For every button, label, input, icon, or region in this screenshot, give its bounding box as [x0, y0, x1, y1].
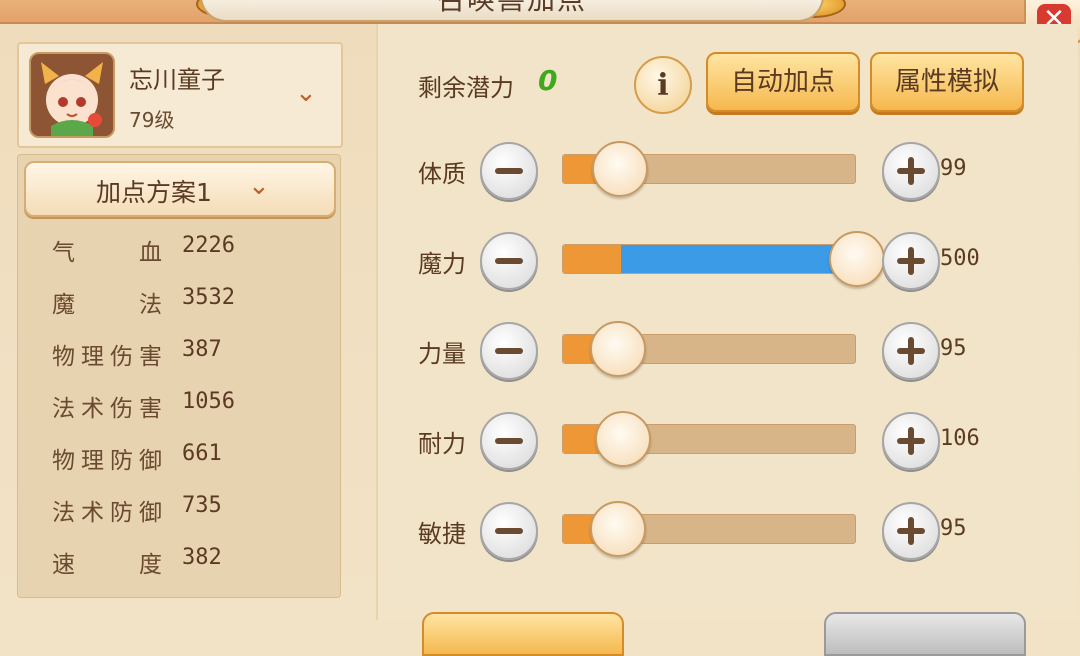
increase-button[interactable] [882, 412, 940, 470]
slider-handle[interactable] [829, 231, 885, 287]
increase-button[interactable] [882, 322, 940, 380]
auto-assign-button[interactable]: 自动加点 [706, 52, 860, 112]
slider-handle[interactable] [590, 321, 646, 377]
attribute-label: 敏捷 [418, 520, 466, 548]
potential-label: 剩余潜力 [418, 74, 514, 102]
chevron-down-icon: ⌄ [248, 171, 270, 201]
attribute-slider[interactable] [562, 231, 885, 287]
decrease-button[interactable] [480, 322, 538, 380]
slider-handle[interactable] [595, 411, 651, 467]
stat-value: 2226 [182, 233, 235, 258]
attribute-label: 力量 [418, 340, 466, 368]
plus-icon [897, 427, 925, 455]
slider-handle[interactable] [592, 141, 648, 197]
pet-portrait-icon [31, 54, 113, 136]
attribute-slider[interactable] [562, 321, 856, 377]
slider-added-fill [621, 245, 855, 273]
attribute-value: 106 [940, 426, 980, 451]
decrease-button[interactable] [480, 412, 538, 470]
potential-value: 0 [538, 64, 558, 97]
minus-icon [495, 258, 523, 264]
attribute-panel: 剩余潜力 0 i 自动加点 属性模拟 体质 99 魔力 500 力量 95 耐力… [376, 24, 1078, 656]
stat-label: 物理防御 [52, 448, 162, 474]
chevron-down-icon[interactable]: ⌄ [295, 78, 317, 108]
attribute-slider[interactable] [562, 141, 856, 197]
character-selector[interactable]: 忘川童子 79级 ⌄ [17, 42, 343, 148]
plus-icon [897, 247, 925, 275]
plus-icon [897, 517, 925, 545]
stat-value: 387 [182, 337, 222, 362]
attribute-label: 耐力 [418, 430, 466, 458]
increase-button[interactable] [882, 232, 940, 290]
title-ribbon: 召唤兽加点 [200, 0, 824, 22]
minus-icon [495, 348, 523, 354]
decrease-button[interactable] [480, 502, 538, 560]
stat-value: 735 [182, 493, 222, 518]
increase-button[interactable] [882, 142, 940, 200]
info-icon: i [657, 67, 669, 103]
attribute-slider[interactable] [562, 411, 856, 467]
slider-base-fill [563, 245, 621, 273]
attribute-label: 魔力 [418, 250, 466, 278]
stat-value: 382 [182, 545, 222, 570]
stat-label: 速度 [52, 552, 162, 578]
character-name: 忘川童子 [129, 66, 225, 94]
minus-icon [495, 168, 523, 174]
plan-label: 加点方案1 [96, 178, 212, 207]
stat-value: 661 [182, 441, 222, 466]
attribute-label: 体质 [418, 160, 466, 188]
plus-icon [897, 157, 925, 185]
decrease-button[interactable] [480, 232, 538, 290]
decrease-button[interactable] [480, 142, 538, 200]
stats-panel: 加点方案1 ⌄ 气血 2226 魔法 3532 物理伤害 387 法术伤害 10… [17, 154, 341, 598]
attribute-value: 95 [940, 336, 967, 361]
info-button[interactable]: i [634, 56, 692, 114]
bottom-right-button[interactable] [824, 612, 1026, 656]
plus-icon [897, 337, 925, 365]
attribute-slider[interactable] [562, 501, 856, 557]
simulate-button[interactable]: 属性模拟 [870, 52, 1024, 112]
window-title: 召唤兽加点 [202, 0, 822, 18]
stat-label: 气血 [52, 240, 162, 266]
attribute-value: 500 [940, 246, 980, 271]
increase-button[interactable] [882, 502, 940, 560]
stat-label: 法术防御 [52, 500, 162, 526]
stat-value: 3532 [182, 285, 235, 310]
minus-icon [495, 438, 523, 444]
bottom-left-button[interactable] [422, 612, 624, 656]
stat-label: 法术伤害 [52, 396, 162, 422]
avatar [29, 52, 115, 138]
minus-icon [495, 528, 523, 534]
plan-selector-button[interactable]: 加点方案1 ⌄ [24, 161, 336, 217]
stat-value: 1056 [182, 389, 235, 414]
attribute-value: 95 [940, 516, 967, 541]
stat-label: 魔法 [52, 292, 162, 318]
character-level: 79级 [129, 108, 175, 132]
stat-label: 物理伤害 [52, 344, 162, 370]
left-panel: 忘川童子 79级 ⌄ 加点方案1 ⌄ 气血 2226 魔法 3532 物理伤害 … [14, 40, 346, 600]
slider-handle[interactable] [590, 501, 646, 557]
attribute-value: 99 [940, 156, 967, 181]
